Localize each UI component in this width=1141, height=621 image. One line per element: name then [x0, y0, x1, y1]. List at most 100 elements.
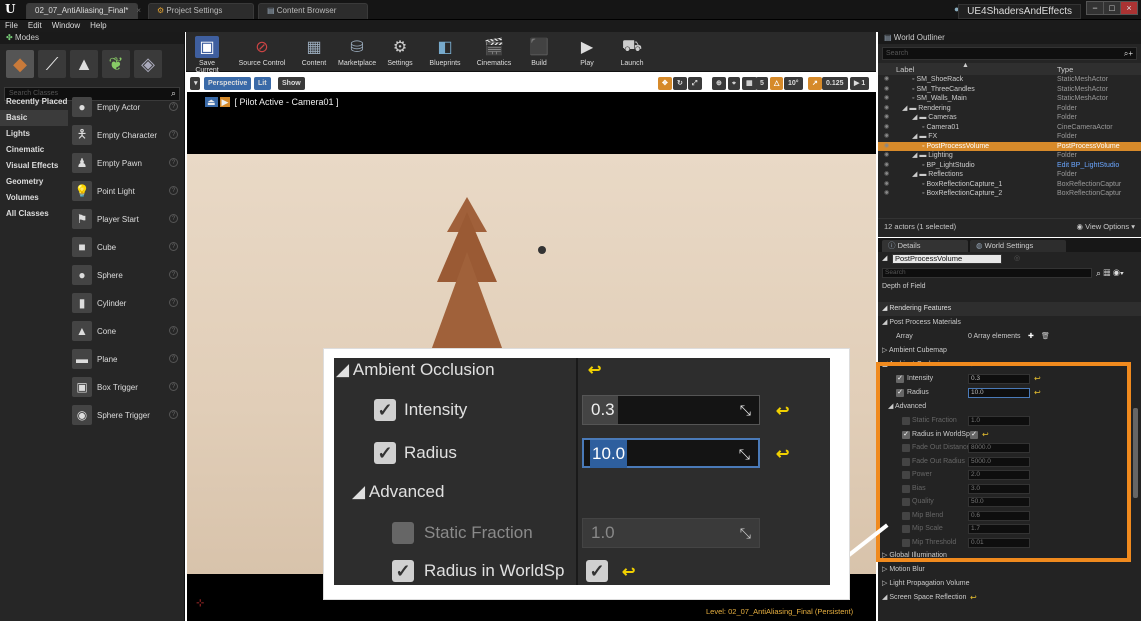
help-icon[interactable]: ? — [169, 186, 178, 195]
help-icon[interactable]: ? — [169, 326, 178, 335]
eye-icon[interactable]: ◉ — [884, 142, 889, 152]
zoom-radius-checkbox[interactable]: ✓ — [374, 442, 396, 464]
eye-icon[interactable]: ◉ — [884, 94, 889, 104]
tab-content-browser[interactable]: ▤ Content Browser — [258, 3, 368, 19]
category-visual-effects[interactable]: Visual Effects — [0, 158, 68, 174]
eye-icon[interactable]: ◉ — [884, 132, 889, 142]
eject-icon[interactable]: ⏏ — [205, 97, 218, 107]
view-options-button[interactable]: ◉ View Options ▾ — [1076, 222, 1135, 231]
col-label-header[interactable]: Label — [896, 65, 914, 74]
object-name-input[interactable]: PostProcessVolume — [892, 254, 1002, 264]
category-depth-of-field[interactable]: Depth of Field — [878, 280, 1141, 294]
content-button[interactable]: ▦ Content — [300, 36, 328, 70]
rotation-snap-value[interactable]: 10° — [784, 77, 803, 90]
list-item[interactable]: ◉ Sphere Trigger? — [72, 401, 182, 429]
eye-icon[interactable]: ◉ — [884, 113, 889, 123]
zoom-reset-icon[interactable]: ↩ — [588, 360, 601, 380]
show-button[interactable]: Show — [278, 77, 305, 90]
cinematics-button[interactable]: 🎬 Cinematics — [474, 36, 514, 70]
list-item[interactable]: 🯅 Empty Character? — [72, 121, 182, 149]
geometry-mode-icon[interactable]: ◈ — [134, 50, 162, 78]
unreal-logo-icon[interactable]: U — [5, 2, 19, 16]
eye-icon[interactable]: ◉ — [884, 180, 889, 190]
menu-edit[interactable]: Edit — [23, 20, 47, 32]
minimize-button[interactable]: − — [1086, 1, 1104, 15]
launch-button[interactable]: ⛟ Launch — [616, 36, 648, 70]
col-type-header[interactable]: Type — [1057, 65, 1073, 74]
outliner-row[interactable]: ◉ ◦ Camera01 CineCameraActor — [878, 123, 1141, 133]
zoom-radius-input[interactable]: 10.0 ⤡ — [582, 438, 760, 468]
category-ssr[interactable]: ◢ Screen Space Reflection ↩ — [878, 591, 1141, 605]
outliner-search-input[interactable]: Search ⌕+ — [882, 47, 1137, 60]
outliner-row[interactable]: ◉ ◢ ▬ Rendering Folder — [878, 104, 1141, 114]
surface-snap-icon[interactable]: ⌖ — [728, 77, 740, 90]
post-process-materials-row[interactable]: ◢ Post Process Materials — [878, 316, 1141, 330]
category-volumes[interactable]: Volumes — [0, 190, 68, 206]
outliner-row[interactable]: ◉ ◦ PostProcessVolume PostProcessVolume — [878, 141, 1141, 152]
help-icon[interactable]: ? — [169, 270, 178, 279]
eye-icon[interactable]: ◉ — [884, 75, 889, 85]
category-all-classes[interactable]: All Classes — [0, 206, 68, 222]
scale-snap-icon[interactable]: ↗ — [808, 77, 822, 90]
lock-icon[interactable]: ◎ — [1014, 252, 1020, 266]
category-motion-blur[interactable]: ▷ Motion Blur — [878, 563, 1141, 577]
zoom-radius-world-value-checkbox[interactable]: ✓ — [586, 560, 608, 582]
trash-icon[interactable]: 🗑 — [1041, 330, 1050, 344]
scale-icon[interactable]: ⤢ — [688, 77, 702, 90]
outliner-row[interactable]: ◉ ◦ BoxReflectionCapture_1 BoxReflectionCa… — [878, 180, 1141, 190]
close-window-button[interactable]: × — [1120, 1, 1138, 15]
grid-icon[interactable]: ▦ — [742, 77, 757, 90]
list-item[interactable]: ♟ Empty Pawn? — [72, 149, 182, 177]
eye-icon[interactable]: ◉ — [884, 104, 889, 114]
section-rendering-features[interactable]: ◢ Rendering Features — [878, 302, 1141, 316]
help-icon[interactable]: ? — [169, 410, 178, 419]
tab-details[interactable]: ⓘ Details — [882, 240, 968, 252]
tab-world-settings[interactable]: ◍ World Settings — [970, 240, 1066, 252]
outliner-row[interactable]: ◉ ◢ ▬ Lighting Folder — [878, 151, 1141, 161]
outliner-row[interactable]: ◉ ◢ ▬ Cameras Folder — [878, 113, 1141, 123]
list-item[interactable]: ● Sphere? — [72, 261, 182, 289]
menu-file[interactable]: File — [0, 20, 23, 32]
paint-mode-icon[interactable]: ⟋ — [38, 50, 66, 78]
list-item[interactable]: ■ Cube? — [72, 233, 182, 261]
marketplace-button[interactable]: ⛁ Marketplace — [338, 36, 376, 70]
category-basic[interactable]: Basic — [0, 110, 68, 126]
menu-help[interactable]: Help — [85, 20, 111, 32]
list-item[interactable]: ▣ Box Trigger? — [72, 373, 182, 401]
world-icon[interactable]: ⊕ — [712, 77, 726, 90]
list-item[interactable]: ▬ Plane? — [72, 345, 182, 373]
outliner-row-type[interactable]: Edit BP_LightStudio — [1057, 161, 1119, 171]
save-current-button[interactable]: ▣ Save Current — [190, 36, 224, 74]
outliner-row[interactable]: ◉ ◦ BoxReflectionCapture_2 BoxReflectionCa… — [878, 189, 1141, 199]
settings-button[interactable]: ⚙ Settings — [384, 36, 416, 70]
help-icon[interactable]: ? — [169, 214, 178, 223]
maximize-button[interactable]: □ — [1103, 1, 1121, 15]
help-icon[interactable]: ? — [169, 130, 178, 139]
menu-window[interactable]: Window — [47, 20, 85, 32]
place-mode-icon[interactable]: ◆ — [6, 50, 34, 78]
perspective-button[interactable]: Perspective — [204, 77, 252, 90]
outliner-row[interactable]: ◉ ◦ SM_ThreeCandles StaticMeshActor — [878, 85, 1141, 95]
list-item[interactable]: 💡 Point Light? — [72, 177, 182, 205]
eye-icon[interactable]: ◉ — [884, 85, 889, 95]
outliner-row[interactable]: ◉ ◦ SM_ShoeRack StaticMeshActor — [878, 75, 1141, 85]
outliner-row[interactable]: ◉ ◢ ▬ FX Folder — [878, 132, 1141, 142]
light-gizmo[interactable] — [538, 246, 546, 254]
scale-snap-value[interactable]: 0.125 — [822, 77, 848, 90]
viewport-options-button[interactable]: ▾ — [190, 77, 200, 90]
landscape-mode-icon[interactable]: ▲ — [70, 50, 98, 78]
list-item[interactable]: ⚑ Player Start? — [72, 205, 182, 233]
details-scrollbar[interactable] — [1133, 408, 1138, 498]
list-item[interactable]: ● Empty Actor? — [72, 93, 182, 121]
zoom-radius-world-checkbox[interactable]: ✓ — [392, 560, 414, 582]
category-cinematic[interactable]: Cinematic — [0, 142, 68, 158]
help-icon[interactable]: ? — [169, 298, 178, 307]
tab-level[interactable]: 02_07_AntiAliasing_Final* × — [26, 3, 141, 19]
list-item[interactable]: ▮ Cylinder? — [72, 289, 182, 317]
details-search-input[interactable]: Search — [882, 268, 1092, 278]
rotate-icon[interactable]: ↻ — [673, 77, 687, 90]
close-icon[interactable]: × — [136, 6, 141, 15]
zoom-advanced-row[interactable]: ◢ Advanced — [334, 478, 830, 508]
help-icon[interactable]: ? — [169, 158, 178, 167]
category-light-propagation[interactable]: ▷ Light Propagation Volume — [878, 577, 1141, 591]
